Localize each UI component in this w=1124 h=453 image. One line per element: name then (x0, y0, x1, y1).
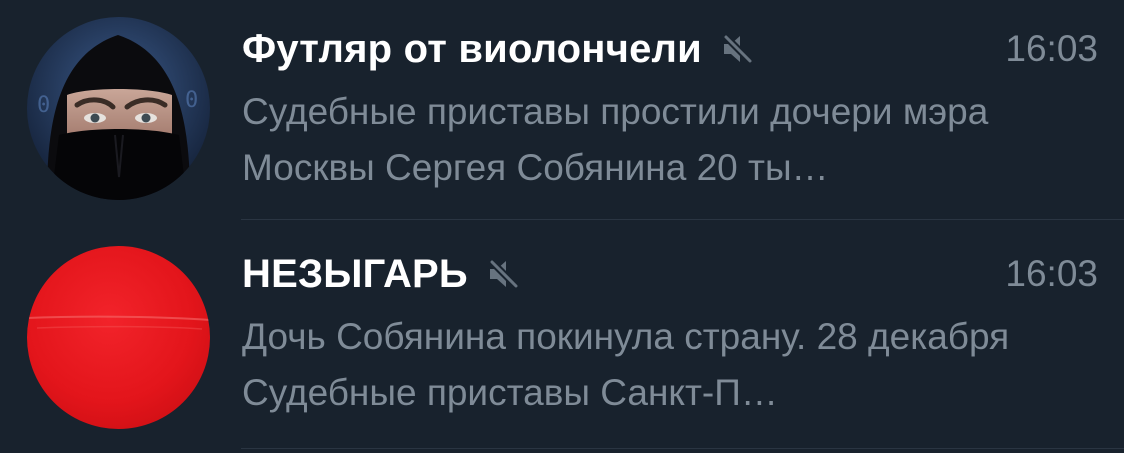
red-circle-avatar-image (27, 246, 210, 429)
chat-time: 16:03 (1005, 253, 1098, 294)
divider (241, 219, 1124, 220)
muted-icon (723, 34, 753, 64)
chat-list: 0 0 1 Футляр от виолончели (0, 0, 1124, 453)
avatar: 0 0 1 (27, 17, 210, 200)
message-preview: Дочь Собянина покинула страну. 28 декабр… (242, 316, 1010, 413)
divider (241, 448, 1124, 449)
svg-text:0: 0 (185, 88, 198, 113)
chat-title-line: Футляр от виолончели 16:03 (242, 24, 1098, 74)
chat-title: Футляр от виолончели (242, 26, 702, 71)
chat-title: НЕЗЫГАРЬ (242, 251, 468, 296)
muted-icon (489, 259, 519, 289)
message-preview: Судебные приставы простили дочери мэра М… (242, 91, 989, 188)
chat-time: 16:03 (1005, 28, 1098, 69)
avatar (27, 246, 210, 429)
chat-title-line: НЕЗЫГАРЬ 16:03 (242, 249, 1098, 299)
masked-person-avatar-image: 0 0 1 (27, 17, 210, 200)
svg-text:0: 0 (37, 93, 50, 118)
chat-row-nezygar[interactable]: НЕЗЫГАРЬ 16:03 Дочь Собянина покинула ст… (0, 225, 1124, 449)
chat-row-futlyar[interactable]: 0 0 1 Футляр от виолончели (0, 0, 1124, 224)
